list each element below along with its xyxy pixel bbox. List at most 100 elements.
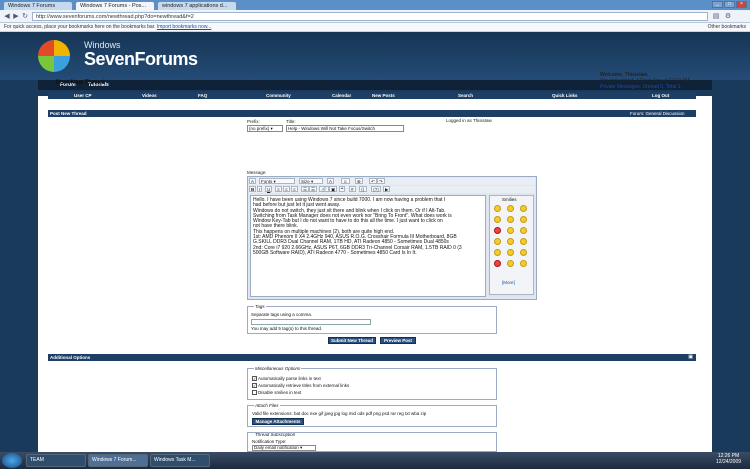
smile-icon[interactable] xyxy=(494,205,501,212)
font-select[interactable]: Fonts ▾ xyxy=(259,178,295,184)
sleep-icon[interactable] xyxy=(507,260,514,267)
taskbar-item-team[interactable]: TEAM xyxy=(26,454,86,467)
tab-windows7-forums[interactable]: Windows 7 Forums xyxy=(3,1,73,10)
grin-icon[interactable] xyxy=(507,205,514,212)
import-bookmarks-link[interactable]: Import bookmarks now... xyxy=(157,24,211,30)
angel-icon[interactable] xyxy=(520,249,527,256)
nav-quick-links[interactable]: Quick Links xyxy=(552,93,578,98)
wrench-icon[interactable]: ⚙ xyxy=(724,12,732,21)
tongue-icon[interactable] xyxy=(494,216,501,223)
nav-faq[interactable]: FAQ xyxy=(198,93,207,98)
maximize-icon[interactable]: □ xyxy=(724,1,735,8)
taskbar-item-chrome[interactable]: Windows 7 Forum... xyxy=(88,454,148,467)
rolleyes-icon[interactable] xyxy=(507,238,514,245)
tab-applications[interactable]: windows 7 applications d... xyxy=(157,1,237,10)
devil-icon[interactable] xyxy=(494,260,501,267)
cool-icon[interactable] xyxy=(494,238,501,245)
bold-icon[interactable]: B xyxy=(249,186,257,192)
attach-extensions: Valid file extensions: bat doc exe gif j… xyxy=(252,411,427,416)
notification-value: Daily email notification xyxy=(254,445,299,450)
preview-post-button[interactable]: Preview Post xyxy=(380,337,416,344)
windows-logo-icon[interactable] xyxy=(38,40,70,72)
nav-calendar[interactable]: Calendar xyxy=(332,93,351,98)
smilies-more-link[interactable]: [More] xyxy=(502,280,515,285)
address-bar[interactable]: http://www.sevenforums.com/newthread.php… xyxy=(32,12,708,21)
nav-search[interactable]: Search xyxy=(458,93,473,98)
code-icon[interactable]: # xyxy=(349,186,356,192)
crumb-general[interactable]: General Discussion xyxy=(139,72,182,78)
option-retrieve-titles[interactable]: ✓ Automatically retrieve titles from exte… xyxy=(252,383,349,389)
tags-input[interactable] xyxy=(251,319,371,325)
php-icon[interactable]: ⟨?⟩ xyxy=(371,186,382,192)
undo-icon[interactable]: ↶ xyxy=(369,178,377,184)
private-messages-link[interactable]: Private Messages: Unread 0, Total 1. xyxy=(600,84,690,90)
title-label: Title: xyxy=(286,119,296,124)
page-menu-icon[interactable]: ▤ xyxy=(712,12,720,21)
taskbar-item-task-manager[interactable]: Windows Task M... xyxy=(150,454,210,467)
html-icon[interactable]: ⟨⟩ xyxy=(359,186,367,192)
crumb-home[interactable]: Windows 7 Forums xyxy=(52,72,95,78)
font-color-icon[interactable]: A xyxy=(249,178,257,184)
ordered-list-icon[interactable]: ☰ xyxy=(301,186,310,192)
thread-subscription-box: Thread Subscription Notification Type: D… xyxy=(247,432,497,452)
message-textarea[interactable]: Hello. I have been using Windows 7 since… xyxy=(250,195,486,297)
checkbox-checked-icon[interactable]: ✓ xyxy=(252,383,257,389)
crumb-forum[interactable]: Seven Forums xyxy=(101,72,134,78)
home-icon[interactable]: ⌂ xyxy=(48,72,51,78)
nav-log-out[interactable]: Log Out xyxy=(652,93,669,98)
submit-thread-button[interactable]: Submit New Thread xyxy=(328,337,376,344)
checkbox-checked-icon[interactable]: ✓ xyxy=(252,376,257,382)
redo-icon[interactable]: ↷ xyxy=(377,178,385,184)
reload-icon[interactable]: ↻ xyxy=(21,12,29,21)
back-icon[interactable]: ◀ xyxy=(3,12,11,21)
nav-community[interactable]: Community xyxy=(266,93,291,98)
wink-icon[interactable] xyxy=(520,205,527,212)
underline-icon[interactable]: U xyxy=(265,186,273,192)
nav-new-posts[interactable]: New Posts xyxy=(372,93,395,98)
post-bar-forum[interactable]: Forum: General Discussion xyxy=(630,111,685,116)
redface-icon[interactable] xyxy=(520,227,527,234)
size-select[interactable]: Size ▾ xyxy=(299,178,323,184)
tab-post-thread[interactable]: Windows 7 Forums - Pos... xyxy=(75,1,155,10)
tab-strip: Windows 7 Forums Windows 7 Forums - Pos.… xyxy=(0,0,750,10)
other-bookmarks[interactable]: Other bookmarks xyxy=(708,24,746,30)
mad-icon[interactable] xyxy=(494,227,501,234)
text-color-icon[interactable]: A xyxy=(327,178,335,184)
collapse-icon[interactable]: ▣ xyxy=(688,354,693,360)
manage-attachments-button[interactable]: Manage Attachments xyxy=(252,418,304,425)
align-center-icon[interactable]: ≡ xyxy=(283,186,290,192)
nav-videos[interactable]: Videos xyxy=(142,93,157,98)
taskbar-label: Windows Task M... xyxy=(154,457,196,463)
italic-icon[interactable]: I xyxy=(257,186,263,192)
smiley-menu-icon[interactable]: ☺ xyxy=(341,178,350,184)
cry-icon[interactable] xyxy=(520,260,527,267)
start-button-icon[interactable] xyxy=(2,453,22,468)
align-right-icon[interactable]: ≡ xyxy=(291,186,298,192)
notification-select[interactable]: Daily email notification ▾ xyxy=(252,445,316,451)
minimize-icon[interactable]: _ xyxy=(712,1,723,8)
link-icon[interactable]: 🔗 xyxy=(319,186,329,192)
close-icon[interactable]: × xyxy=(736,1,747,8)
option-parse-links[interactable]: ✓ Automatically parse links in text xyxy=(252,376,321,382)
shock-icon[interactable] xyxy=(494,249,501,256)
align-left-icon[interactable]: ≡ xyxy=(275,186,282,192)
logo-text[interactable]: SevenForums xyxy=(84,49,198,70)
confused-icon[interactable] xyxy=(520,216,527,223)
video-icon[interactable]: ▶ xyxy=(383,186,391,192)
title-input[interactable]: Help - Windows Will Not Take Focus/Switc… xyxy=(286,125,404,132)
prefix-select[interactable]: (no prefix) ▾ xyxy=(247,125,283,132)
frown-icon[interactable] xyxy=(507,216,514,223)
laugh-icon[interactable] xyxy=(520,238,527,245)
thumbs-icon[interactable] xyxy=(507,249,514,256)
system-clock[interactable]: 12:26 PM 12/24/2009 xyxy=(716,453,741,465)
image-icon[interactable]: ▣ xyxy=(329,186,338,192)
quote-icon[interactable]: ❝ xyxy=(339,186,346,192)
eek-icon[interactable] xyxy=(507,227,514,234)
options-title: Additional Options xyxy=(50,355,91,360)
checkbox-icon[interactable] xyxy=(252,390,257,396)
nav-user-cp[interactable]: User CP xyxy=(74,93,92,98)
unordered-list-icon[interactable]: ☰ xyxy=(309,186,318,192)
option-disable-smilies[interactable]: Disable smilies in text xyxy=(252,390,301,396)
insert-menu-icon[interactable]: ⊕ xyxy=(355,178,363,184)
forward-icon[interactable]: ▶ xyxy=(12,12,20,21)
